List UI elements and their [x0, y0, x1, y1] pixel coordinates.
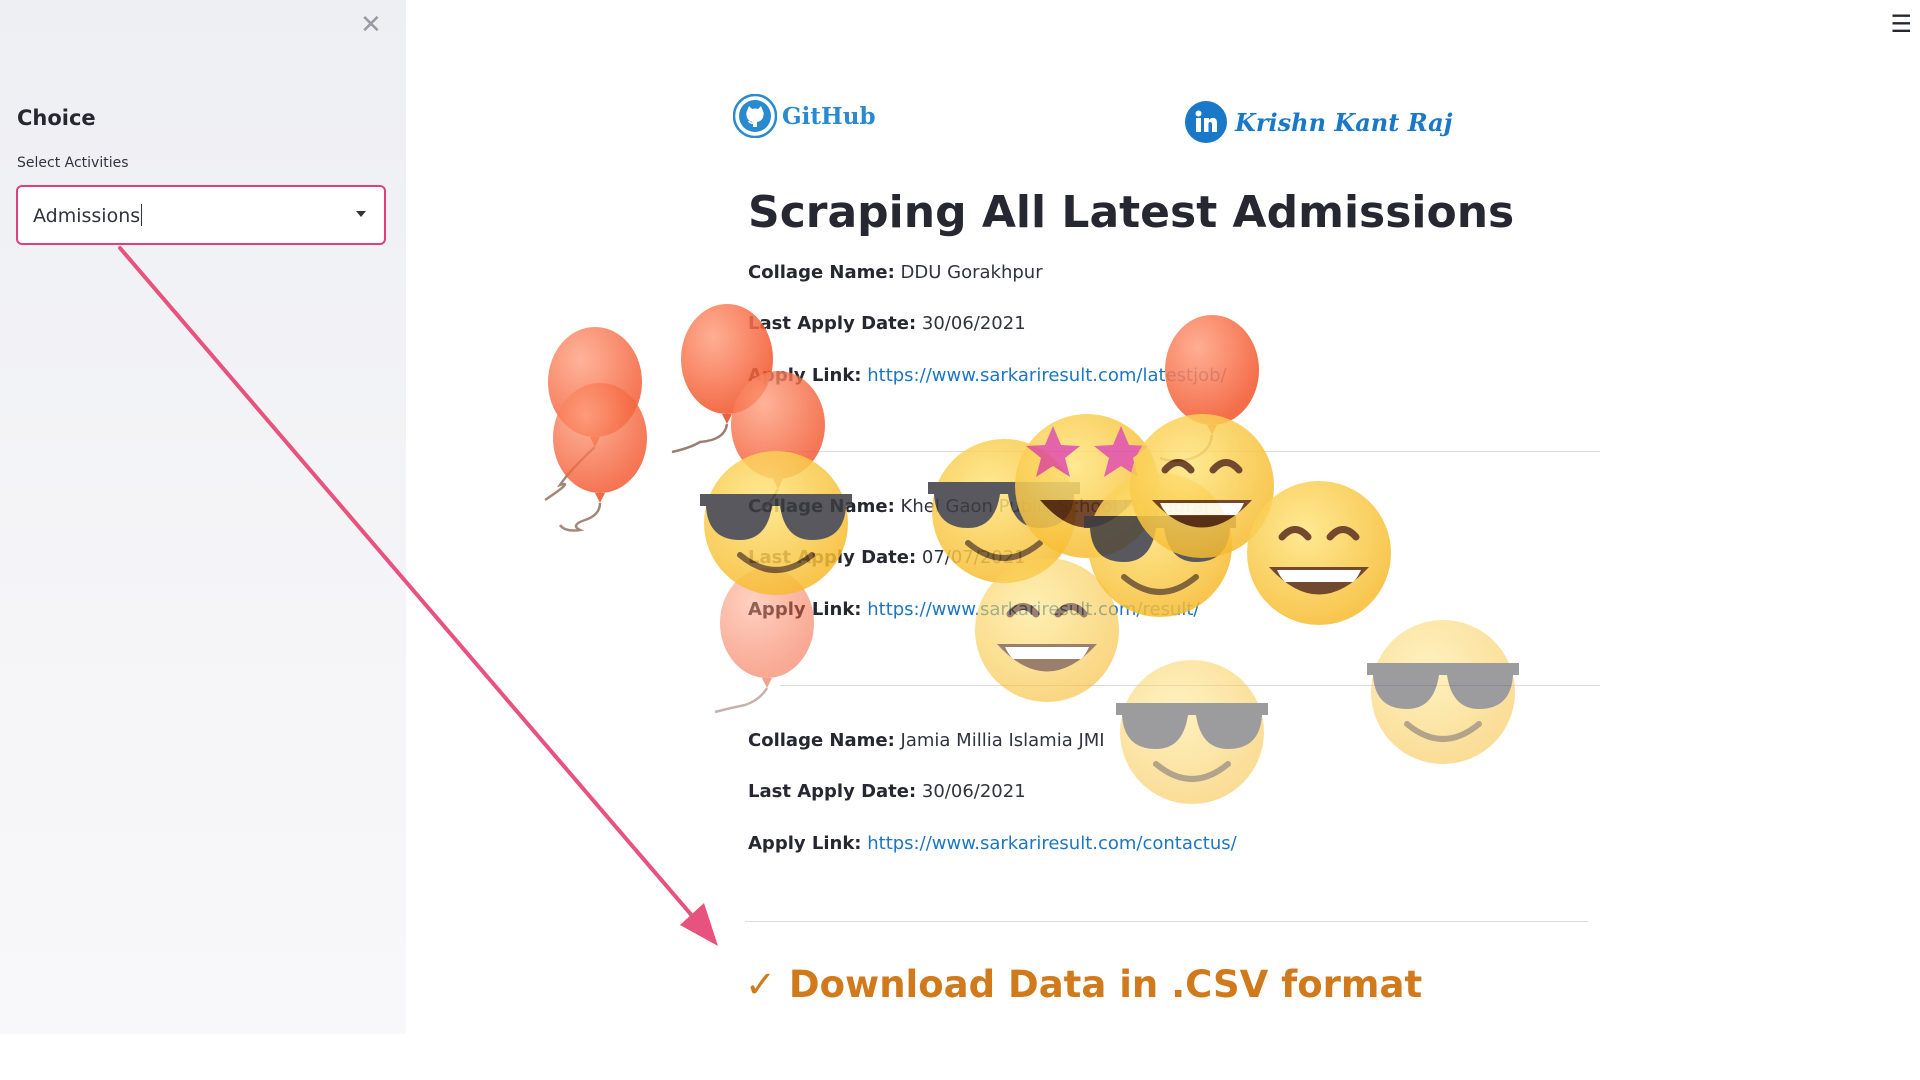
college-field: Collage Name: Khel Gaon Public School Pr… — [748, 496, 1209, 517]
college-field: Collage Name: DDU Gorakhpur — [748, 262, 1043, 283]
sidebar-title: Choice — [17, 106, 96, 130]
date-label: Last Apply Date: — [748, 313, 917, 334]
date-label: Last Apply Date: — [748, 781, 917, 802]
apply-link[interactable]: https://www.sarkariresult.com/result/ — [867, 599, 1199, 620]
apply-link[interactable]: https://www.sarkariresult.com/contactus/ — [867, 833, 1236, 854]
link-label: Apply Link: — [748, 365, 862, 386]
apply-link[interactable]: https://www.sarkariresult.com/latestjob/ — [867, 365, 1226, 386]
link-field: Apply Link: https://www.sarkariresult.co… — [748, 599, 1199, 620]
balloon-icon — [731, 371, 825, 512]
sunglasses-emoji-icon — [1116, 660, 1268, 804]
download-csv-link[interactable]: ✓ Download Data in .CSV format — [745, 963, 1422, 1006]
link-field: Apply Link: https://www.sarkariresult.co… — [748, 365, 1227, 386]
date-value: 30/06/2021 — [921, 781, 1026, 802]
date-field: Last Apply Date: 30/06/2021 — [748, 781, 1026, 802]
activities-select[interactable]: Admissions — [16, 185, 386, 245]
balloon-icon — [544, 327, 642, 502]
select-value: Admissions — [33, 205, 141, 227]
college-label: Collage Name: — [748, 496, 895, 517]
date-field: Last Apply Date: 30/06/2021 — [748, 313, 1026, 334]
date-value: 07/07/2021 — [921, 547, 1026, 568]
linkedin-icon — [1185, 101, 1227, 143]
date-field: Last Apply Date: 07/07/2021 — [748, 547, 1026, 568]
linkedin-label: Krishn Kant Raj — [1235, 107, 1453, 137]
date-value: 30/06/2021 — [921, 313, 1026, 334]
sunglasses-emoji-icon — [1367, 620, 1519, 764]
link-label: Apply Link: — [748, 599, 862, 620]
grinning-emoji-icon — [1247, 481, 1391, 625]
linkedin-link[interactable]: Krishn Kant Raj — [1185, 101, 1452, 143]
hamburger-icon[interactable]: ☰ — [1890, 10, 1912, 38]
grinning-emoji-icon — [975, 558, 1119, 702]
select-label: Select Activities — [17, 155, 129, 171]
divider — [745, 921, 1588, 922]
chevron-down-icon — [356, 211, 366, 217]
link-label: Apply Link: — [748, 833, 862, 854]
sunglasses-emoji-icon — [700, 451, 852, 595]
date-label: Last Apply Date: — [748, 547, 917, 568]
college-value: Jamia Millia Islamia JMI — [900, 730, 1105, 751]
star-struck-emoji-icon — [1015, 414, 1159, 558]
college-label: Collage Name: — [748, 730, 895, 751]
sunglasses-emoji-icon — [1084, 473, 1236, 617]
grinning-emoji-icon — [1130, 414, 1274, 558]
divider — [780, 685, 1600, 686]
github-icon — [733, 94, 777, 138]
college-label: Collage Name: — [748, 262, 895, 283]
college-value: DDU Gorakhpur — [900, 262, 1043, 283]
balloon-icon — [714, 568, 814, 714]
balloon-icon — [1159, 315, 1259, 462]
github-link[interactable]: GitHub — [733, 94, 876, 138]
college-value: Khel Gaon Public School Prayagraj — [900, 496, 1209, 517]
link-field: Apply Link: https://www.sarkariresult.co… — [748, 833, 1237, 854]
college-field: Collage Name: Jamia Millia Islamia JMI — [748, 730, 1105, 751]
close-icon[interactable]: ✕ — [360, 10, 382, 40]
sidebar: ✕ Choice Select Activities Admissions — [0, 0, 406, 1034]
balloon-icon — [553, 383, 647, 532]
page-title: Scraping All Latest Admissions — [748, 187, 1515, 238]
divider — [780, 451, 1600, 452]
github-label: GitHub — [782, 102, 876, 130]
